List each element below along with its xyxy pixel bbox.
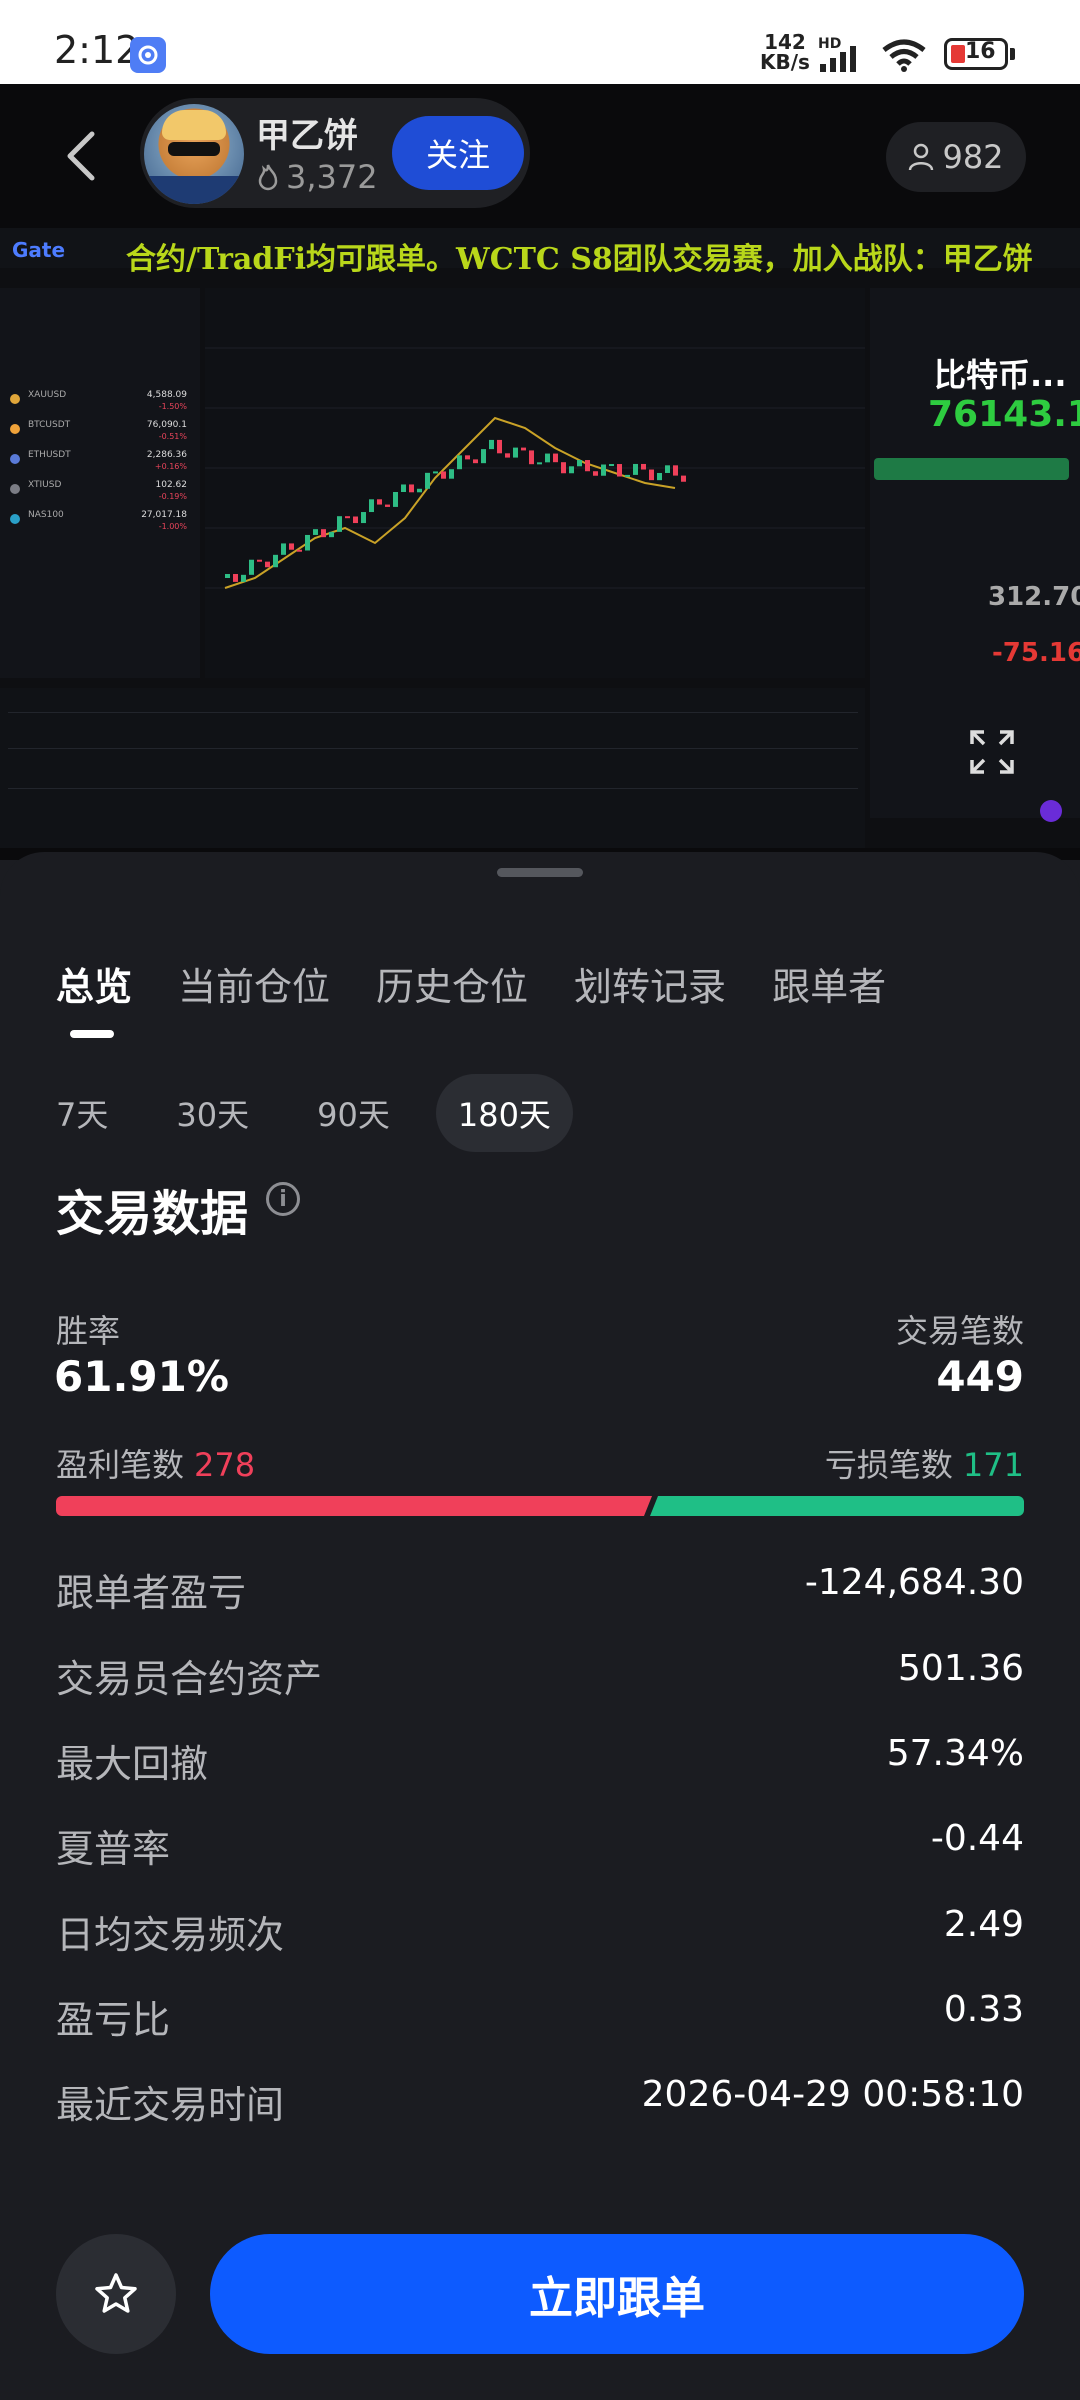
loss-trades-label: 亏损笔数 (824, 1446, 953, 1484)
avatar[interactable] (144, 104, 244, 204)
signal-icon (820, 46, 856, 72)
trades-value: 449 (936, 1352, 1024, 1401)
stream-overlay-price: 76143.16 (928, 394, 1080, 435)
net-speed-unit: KB/s (760, 50, 810, 74)
trader-heat-value: 3,372 (286, 158, 378, 196)
stream-overlay-label: 比特币... (934, 356, 1067, 394)
stream-banner-text: 合约/TradFi均可跟单。WCTC S8团队交易赛，加入战队：甲乙饼 (126, 242, 1033, 277)
loss-trades: 亏损笔数 171 (825, 1440, 1024, 1486)
metric-value: -124,684.30 (804, 1562, 1024, 1603)
metric-row: 最近交易时间 2026-04-29 00:58:10 (56, 2074, 1024, 2134)
metric-value: 0.33 (943, 1989, 1024, 2030)
app-notification-icon (130, 37, 166, 73)
stream-overlay-value-2: -75.16 (992, 638, 1080, 668)
metric-row: 日均交易频次 2.49 (56, 1904, 1024, 1964)
battery-level: 16 (965, 39, 996, 64)
tab-transfer-records[interactable]: 划转记录 (574, 956, 726, 1011)
stream-banner-bar: Gate 合约/TradFi均可跟单。WCTC S8团队交易赛，加入战队：甲乙饼 (0, 228, 1080, 277)
loss-bar-segment (650, 1496, 1024, 1516)
trades-label: 交易笔数 (895, 1312, 1024, 1350)
metric-row: 跟单者盈亏 -124,684.30 (56, 1562, 1024, 1622)
status-bar: 2:12 142 KB/s HD 16 (0, 0, 1080, 84)
metric-label: 日均交易频次 (56, 1913, 285, 1957)
metric-value: -0.44 (930, 1818, 1024, 1859)
metric-value: 57.34% (886, 1733, 1024, 1774)
period-90d[interactable]: 90天 (295, 1074, 412, 1152)
period-7d[interactable]: 7天 (34, 1074, 130, 1152)
metric-value: 2026-04-29 00:58:10 (641, 2074, 1024, 2115)
copy-trade-button[interactable]: 立即跟单 (210, 2234, 1024, 2354)
follow-button[interactable]: 关注 (392, 116, 524, 190)
period-selector: 7天 30天 90天 180天 (34, 1074, 597, 1152)
tab-current-positions[interactable]: 当前仓位 (178, 956, 330, 1011)
sheet-drag-handle[interactable] (497, 868, 583, 877)
tab-overview[interactable]: 总览 (56, 956, 132, 1011)
profit-trades: 盈利笔数 278 (56, 1440, 255, 1486)
tab-bar: 总览 当前仓位 历史仓位 划转记录 跟单者 (56, 956, 886, 1011)
stream-watchlist: XAUUSD 4,588.09 -1.50% BTCUSDT 76,090.1 -0.5… (0, 288, 200, 678)
active-tab-indicator (70, 1030, 114, 1038)
favorite-button[interactable] (56, 2234, 176, 2354)
exchange-logo: Gate (12, 238, 66, 262)
tab-followers[interactable]: 跟单者 (772, 956, 886, 1011)
tab-history-positions[interactable]: 历史仓位 (376, 956, 528, 1011)
metric-row: 交易员合约资产 501.36 (56, 1648, 1024, 1708)
net-speed: 142 KB/s (760, 32, 810, 72)
metric-label: 最近交易时间 (56, 2083, 285, 2127)
net-speed-value: 142 (764, 30, 806, 54)
metric-row: 夏普率 -0.44 (56, 1818, 1024, 1878)
trader-heat: 3,372 (256, 158, 378, 196)
win-loss-bar (56, 1496, 1024, 1516)
win-bar-segment (56, 1496, 652, 1516)
stream-overlay-value-1: 312.70 (988, 582, 1080, 612)
trader-name: 甲乙饼 (256, 116, 358, 156)
stream-positions-table (0, 688, 865, 848)
battery-icon: 16 (944, 38, 1008, 70)
fullscreen-icon[interactable] (970, 730, 1014, 774)
loss-trades-value: 171 (962, 1446, 1024, 1484)
live-stream-view[interactable]: Gate 合约/TradFi均可跟单。WCTC S8团队交易赛，加入战队：甲乙饼… (0, 228, 1080, 848)
metric-value: 501.36 (898, 1648, 1024, 1689)
person-icon (909, 143, 934, 171)
metric-row: 最大回撤 57.34% (56, 1733, 1024, 1793)
stream-price-chart (205, 288, 865, 678)
profit-trades-label: 盈利笔数 (56, 1446, 185, 1484)
metric-row: 盈亏比 0.33 (56, 1989, 1024, 2049)
metric-value: 2.49 (943, 1904, 1024, 1945)
period-30d[interactable]: 30天 (154, 1074, 271, 1152)
metric-label: 盈亏比 (56, 1998, 171, 2042)
back-arrow-icon[interactable] (58, 128, 108, 184)
metric-label: 夏普率 (56, 1827, 171, 1871)
section-title: 交易数据 (56, 1186, 249, 1242)
metric-label: 跟单者盈亏 (56, 1571, 247, 1615)
followers-count[interactable]: 982 (886, 122, 1026, 192)
win-rate-value: 61.91% (54, 1352, 229, 1401)
status-time: 2:12 (54, 28, 140, 72)
assistant-bubble-icon[interactable] (1040, 800, 1062, 822)
star-icon (95, 2273, 137, 2313)
profit-trades-value: 278 (194, 1446, 256, 1484)
wifi-icon (882, 39, 926, 72)
flame-icon (258, 164, 278, 191)
followers-value: 982 (942, 138, 1004, 176)
period-180d[interactable]: 180天 (435, 1074, 573, 1152)
trader-stats-sheet: 总览 当前仓位 历史仓位 划转记录 跟单者 7天 30天 90天 180天 交易… (0, 852, 1080, 2400)
win-rate-label: 胜率 (56, 1312, 121, 1350)
metric-label: 交易员合约资产 (56, 1657, 323, 1701)
metric-label: 最大回撤 (56, 1742, 209, 1786)
info-icon[interactable]: i (266, 1182, 300, 1216)
